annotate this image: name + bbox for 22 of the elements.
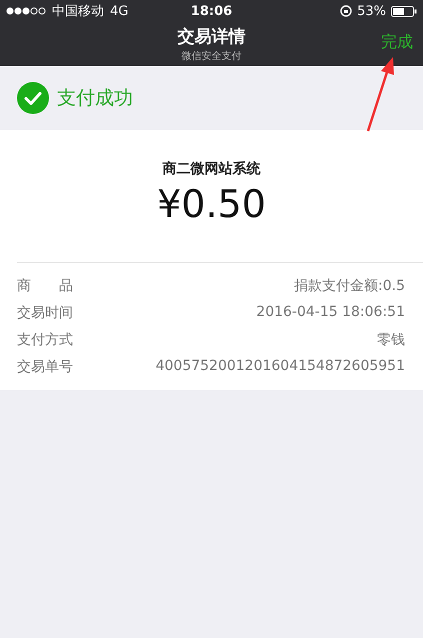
battery-percent: 53% (357, 4, 386, 18)
detail-value: 2016-04-15 18:06:51 (256, 304, 405, 322)
done-button[interactable]: 完成 (381, 32, 413, 53)
carrier-name: 中国移动 (52, 3, 104, 20)
clock: 18:06 (190, 4, 234, 18)
detail-label: 交易时间 (17, 304, 73, 322)
battery-icon (391, 6, 417, 16)
detail-value: 4005752001201604154872605951 (156, 358, 405, 376)
detail-label: 交易单号 (17, 358, 73, 376)
detail-label: 支付方式 (17, 331, 73, 349)
rotation-lock-icon (340, 5, 352, 17)
signal-icon (6, 7, 46, 15)
page-title: 交易详情 (178, 26, 246, 48)
payment-amount: ¥0.50 (157, 182, 266, 226)
page-subtitle: 微信安全支付 (182, 50, 242, 63)
detail-label: 商 品 (17, 277, 73, 295)
network-type: 4G (110, 4, 128, 18)
check-icon (17, 82, 49, 114)
detail-value: 零钱 (377, 331, 405, 349)
merchant-name: 商二微网站系统 (162, 160, 260, 178)
success-message: 支付成功 (57, 86, 133, 111)
detail-value: 捐款支付金额:0.5 (294, 277, 405, 295)
